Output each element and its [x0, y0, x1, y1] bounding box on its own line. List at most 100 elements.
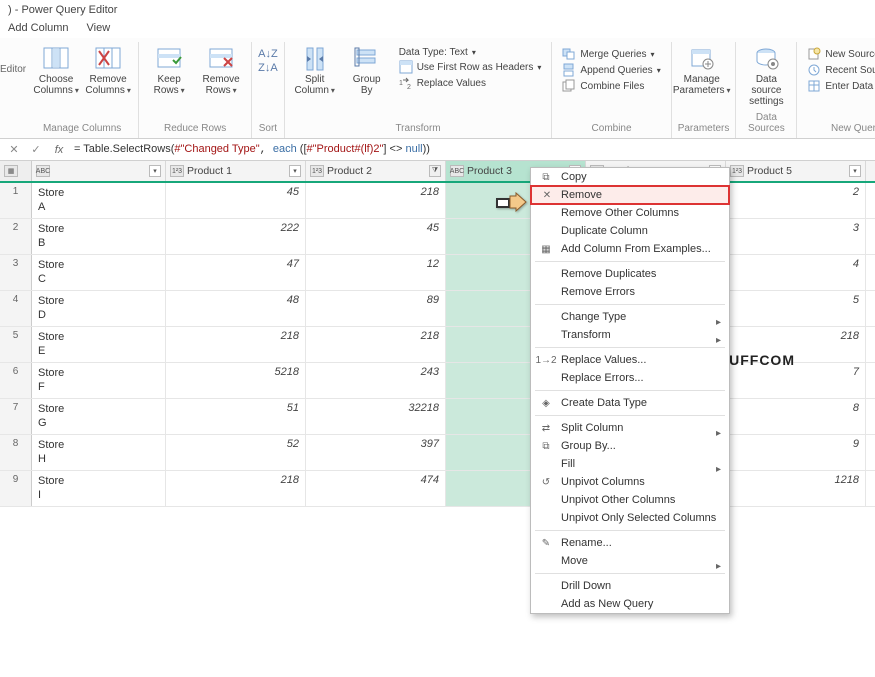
filter-dropdown-icon[interactable]: ▾ — [289, 165, 301, 177]
cell-product1[interactable]: 51 — [166, 399, 306, 434]
table-row[interactable]: 1Store A452182 — [0, 183, 875, 219]
cell-product5[interactable]: 1218 — [726, 471, 866, 506]
ctx-remove-other[interactable]: Remove Other Columns — [531, 204, 729, 222]
table-row[interactable]: 7Store G51322188 — [0, 399, 875, 435]
remove-rows-button[interactable]: Remove Rows — [197, 44, 245, 98]
first-row-headers-button[interactable]: Use First Row as Headers▾ — [395, 59, 546, 75]
cell-product1[interactable]: 5218 — [166, 363, 306, 398]
manage-parameters-button[interactable]: Manage Parameters — [678, 44, 726, 98]
sort-desc-icon[interactable]: Z↓A — [258, 62, 278, 74]
recent-sources-button[interactable]: Recent Sources▾ — [803, 62, 875, 78]
cell-store[interactable]: Store D — [32, 291, 166, 326]
ctx-unpivot-sel[interactable]: Unpivot Only Selected Columns — [531, 509, 729, 527]
filter-active-icon[interactable]: ⧩ — [429, 165, 441, 177]
cell-product2[interactable]: 218 — [306, 183, 446, 218]
tab-add-column[interactable]: Add Column — [8, 22, 69, 34]
ctx-move[interactable]: Move — [531, 552, 729, 570]
cell-store[interactable]: Store B — [32, 219, 166, 254]
ctx-duplicate[interactable]: Duplicate Column — [531, 222, 729, 240]
ctx-unpivot-other[interactable]: Unpivot Other Columns — [531, 491, 729, 509]
ctx-add-query[interactable]: Add as New Query — [531, 595, 729, 613]
data-source-settings-button[interactable]: Data source settings — [742, 44, 790, 109]
cell-store[interactable]: Store F — [32, 363, 166, 398]
column-header-product2[interactable]: 1²3Product 2 ⧩ — [306, 161, 446, 181]
formula-commit-icon[interactable]: ✓ — [28, 143, 44, 156]
cell-store[interactable]: Store G — [32, 399, 166, 434]
ctx-rename[interactable]: ✎Rename... — [531, 534, 729, 552]
filter-dropdown-icon[interactable]: ▾ — [849, 165, 861, 177]
table-row[interactable]: 3Store C47124 — [0, 255, 875, 291]
cell-product1[interactable]: 45 — [166, 183, 306, 218]
split-column-button[interactable]: Split Column — [291, 44, 339, 98]
table-row[interactable]: 4Store D48895 — [0, 291, 875, 327]
cell-product2[interactable]: 32218 — [306, 399, 446, 434]
cell-product5[interactable]: 8 — [726, 399, 866, 434]
filter-dropdown-icon[interactable]: ▾ — [149, 165, 161, 177]
ctx-copy[interactable]: ⧉Copy — [531, 168, 729, 186]
cell-product2[interactable]: 397 — [306, 435, 446, 470]
table-row[interactable]: 2Store B222453 — [0, 219, 875, 255]
ctx-replace-errs[interactable]: Replace Errors... — [531, 369, 729, 387]
cell-product2[interactable]: 12 — [306, 255, 446, 290]
ctx-fill[interactable]: Fill — [531, 455, 729, 473]
cell-store[interactable]: Store C — [32, 255, 166, 290]
cell-product5[interactable]: 5 — [726, 291, 866, 326]
replace-values-button[interactable]: 12 Replace Values — [395, 75, 546, 91]
column-header-store[interactable]: ABC ▾ — [32, 161, 166, 181]
ctx-group-by[interactable]: ⧉Group By... — [531, 437, 729, 455]
ctx-change-type[interactable]: Change Type — [531, 308, 729, 326]
cell-product1[interactable]: 222 — [166, 219, 306, 254]
ctx-create-dt[interactable]: ◈Create Data Type — [531, 394, 729, 412]
ctx-add-example[interactable]: ▦Add Column From Examples... — [531, 240, 729, 258]
ctx-remove[interactable]: ✕Remove — [530, 185, 730, 205]
ctx-replace-vals[interactable]: 1→2Replace Values... — [531, 351, 729, 369]
table-row[interactable]: 8Store H523979 — [0, 435, 875, 471]
formula-cancel-icon[interactable]: ✕ — [6, 143, 22, 156]
sort-asc-icon[interactable]: A↓Z — [258, 48, 278, 60]
row-index-header[interactable]: ▦ — [0, 161, 32, 181]
cell-product2[interactable]: 218 — [306, 327, 446, 362]
ctx-remove-err[interactable]: Remove Errors — [531, 283, 729, 301]
column-header-product1[interactable]: 1²3Product 1 ▾ — [166, 161, 306, 181]
cell-product5[interactable]: 9 — [726, 435, 866, 470]
ctx-remove-dup[interactable]: Remove Duplicates — [531, 265, 729, 283]
formula-input[interactable]: = Table.SelectRows(#"Changed Type", each… — [74, 143, 869, 156]
cell-product2[interactable]: 45 — [306, 219, 446, 254]
cell-product5[interactable]: 2 — [726, 183, 866, 218]
tab-view[interactable]: View — [87, 22, 111, 34]
cell-product5[interactable]: 4 — [726, 255, 866, 290]
merge-queries-button[interactable]: Merge Queries▾ — [558, 46, 664, 62]
cell-product2[interactable]: 89 — [306, 291, 446, 326]
group-by-button[interactable]: Group By — [343, 44, 391, 98]
ctx-transform[interactable]: Transform — [531, 326, 729, 344]
cell-product1[interactable]: 47 — [166, 255, 306, 290]
group-reduce-rows: Reduce Rows — [145, 120, 245, 136]
append-queries-button[interactable]: Append Queries▾ — [558, 62, 664, 78]
remove-columns-icon — [94, 46, 122, 72]
enter-data-button[interactable]: Enter Data — [803, 78, 875, 94]
keep-rows-button[interactable]: Keep Rows — [145, 44, 193, 98]
cell-product2[interactable]: 474 — [306, 471, 446, 506]
cell-product1[interactable]: 52 — [166, 435, 306, 470]
cell-product1[interactable]: 218 — [166, 327, 306, 362]
data-type-dropdown[interactable]: Data Type: Text▾ — [395, 46, 546, 59]
ctx-split-col[interactable]: ⇄Split Column — [531, 419, 729, 437]
ctx-drill[interactable]: Drill Down — [531, 577, 729, 595]
cell-product2[interactable]: 243 — [306, 363, 446, 398]
cell-product5[interactable]: 3 — [726, 219, 866, 254]
column-header-product5[interactable]: 1²3Product 5 ▾ — [726, 161, 866, 181]
cell-store[interactable]: Store E — [32, 327, 166, 362]
table-row[interactable]: 9Store I2184741218 — [0, 471, 875, 507]
pointer-hand-icon — [496, 190, 536, 216]
combine-files-button[interactable]: Combine Files — [558, 78, 664, 94]
cell-product1[interactable]: 48 — [166, 291, 306, 326]
cell-store[interactable]: Store A — [32, 183, 166, 218]
new-source-button[interactable]: New Source▾ — [803, 46, 875, 62]
cell-store[interactable]: Store I — [32, 471, 166, 506]
fx-icon[interactable]: fx — [50, 144, 68, 156]
cell-store[interactable]: Store H — [32, 435, 166, 470]
choose-columns-button[interactable]: Choose Columns — [32, 44, 80, 98]
ctx-unpivot[interactable]: ↺Unpivot Columns — [531, 473, 729, 491]
cell-product1[interactable]: 218 — [166, 471, 306, 506]
remove-columns-button[interactable]: Remove Columns — [84, 44, 132, 98]
